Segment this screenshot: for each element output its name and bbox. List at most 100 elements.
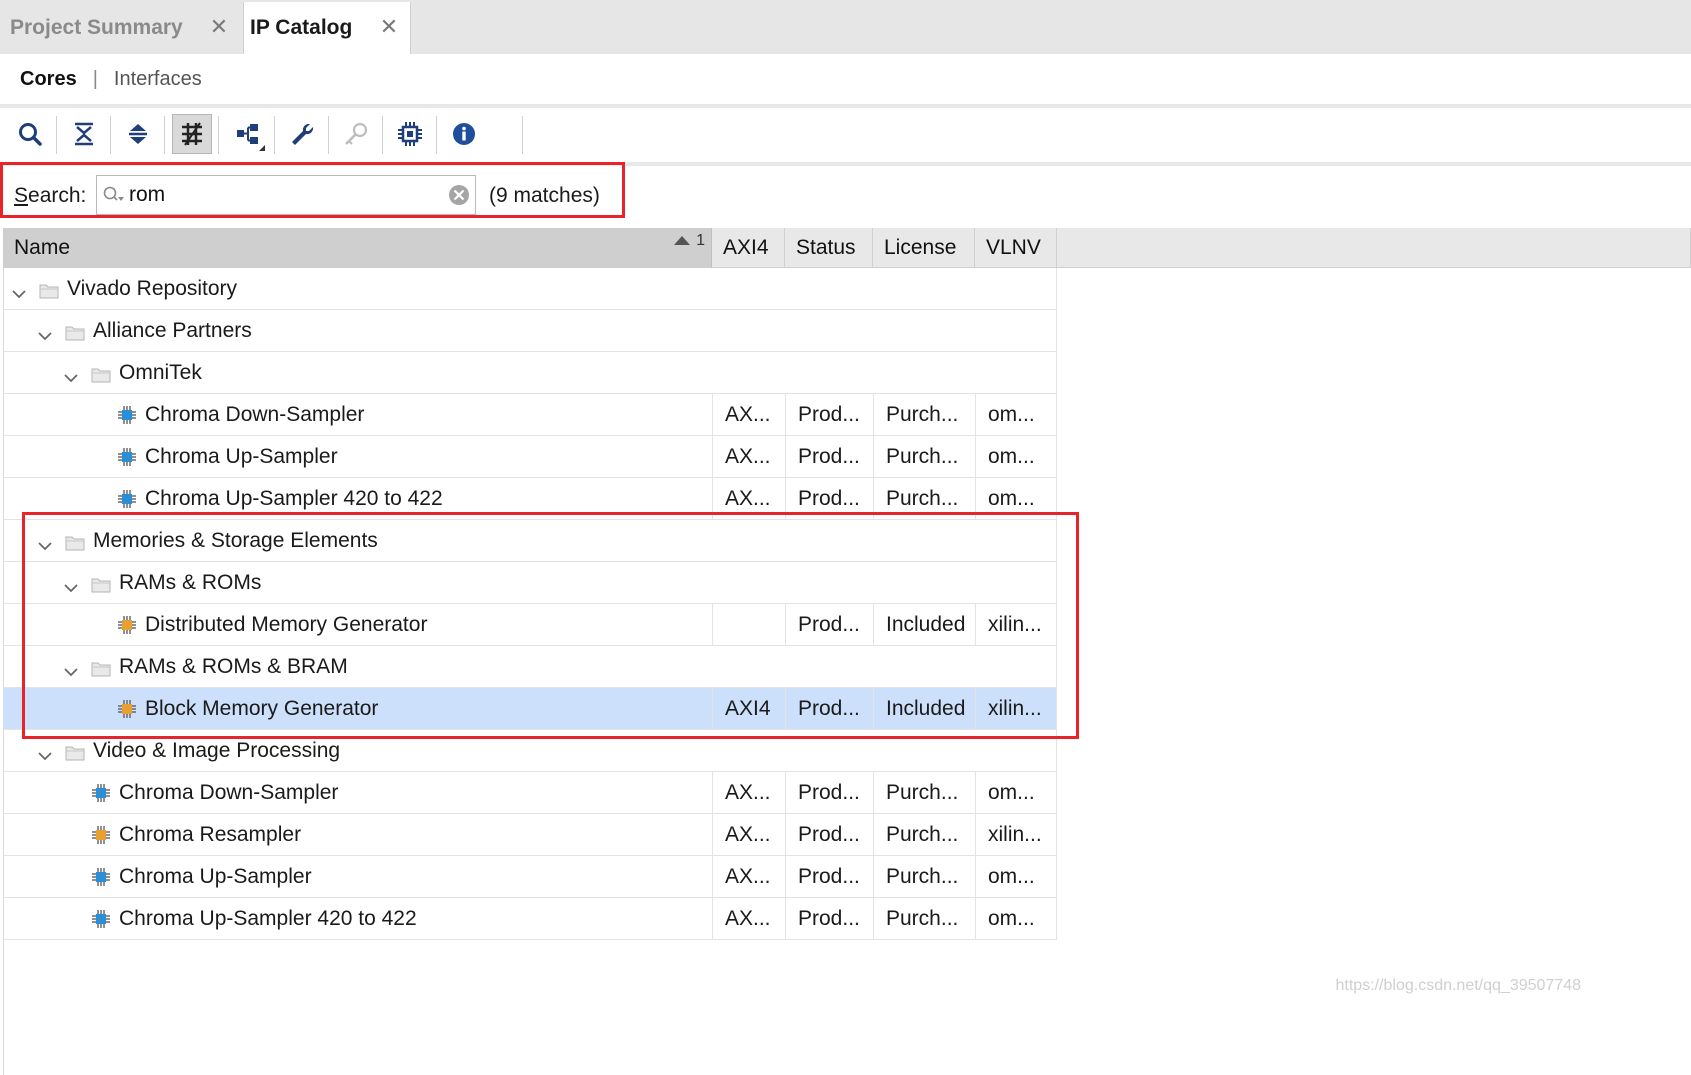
- sort-ascending-indicator: 1: [674, 232, 705, 250]
- key-icon: [345, 122, 368, 145]
- tree-folder-row[interactable]: Memories & Storage Elements: [3, 520, 1057, 562]
- search-button[interactable]: [10, 114, 50, 154]
- clear-search-icon[interactable]: [448, 184, 470, 206]
- folder-icon: [65, 323, 85, 341]
- search-input[interactable]: [129, 179, 434, 211]
- search-options-icon[interactable]: [102, 185, 126, 207]
- axi4-cell: AX...: [712, 394, 785, 436]
- customize-button[interactable]: [282, 114, 322, 154]
- name-cell: Chroma Up-Sampler 420 to 422: [3, 478, 712, 520]
- chevron-down-icon[interactable]: [63, 660, 79, 677]
- tab-project-summary[interactable]: Project Summary ✕: [0, 2, 240, 54]
- vlnv-cell: om...: [975, 478, 1057, 520]
- collapse-all-button[interactable]: [64, 114, 104, 154]
- vlnv-cell: [975, 730, 1057, 772]
- column-header-axi4[interactable]: AXI4: [712, 228, 785, 268]
- name-cell: Block Memory Generator: [3, 688, 712, 730]
- tree-folder-row[interactable]: Vivado Repository: [3, 268, 1057, 310]
- ip-name: Chroma Resampler: [119, 823, 302, 846]
- column-header-label: Name: [14, 235, 71, 259]
- name-cell: Chroma Resampler: [3, 814, 712, 856]
- ip-core-icon: [91, 783, 111, 803]
- tree-folder-row[interactable]: RAMs & ROMs: [3, 562, 1057, 604]
- toolbar-separator: [382, 116, 383, 154]
- ip-name: Chroma Down-Sampler: [119, 781, 339, 804]
- toolbar-separator: [274, 116, 275, 154]
- tree-folder-row[interactable]: OmniTek: [3, 352, 1057, 394]
- ip-catalog-tree-table: Name 1 AXI4 Status License VLNV Vivado R…: [3, 228, 1691, 1075]
- folder-label: RAMs & ROMs: [119, 571, 262, 594]
- column-header-label: AXI4: [723, 235, 769, 259]
- axi4-cell: [712, 646, 785, 688]
- tree-ip-row[interactable]: Chroma Down-Sampler AX... Prod... Purch... o…: [3, 394, 1057, 436]
- status-cell: Prod...: [785, 436, 873, 478]
- column-header-label: VLNV: [986, 235, 1041, 259]
- chevron-down-icon[interactable]: [37, 534, 53, 551]
- tree-folder-row[interactable]: Alliance Partners: [3, 310, 1057, 352]
- column-header-name[interactable]: Name 1: [3, 228, 712, 268]
- toolbar-separator: [328, 116, 329, 154]
- status-cell: [785, 562, 873, 604]
- watermark-text: https://blog.csdn.net/qq_39507748: [1335, 977, 1581, 994]
- hierarchy-button[interactable]: [228, 114, 268, 154]
- name-cell: Vivado Repository: [3, 268, 712, 310]
- subtab-cores[interactable]: Cores: [20, 68, 77, 91]
- tree-ip-row[interactable]: Chroma Down-Sampler AX... Prod... Purch... o…: [3, 772, 1057, 814]
- axi4-cell: [712, 520, 785, 562]
- axi4-cell: [712, 730, 785, 772]
- ip-name: Chroma Up-Sampler 420 to 422: [145, 487, 443, 510]
- info-button[interactable]: [444, 114, 484, 154]
- column-header-license[interactable]: License: [873, 228, 975, 268]
- search-icon: [19, 123, 42, 146]
- tree-ip-row[interactable]: Chroma Resampler AX... Prod... Purch... xili…: [3, 814, 1057, 856]
- search-field[interactable]: [96, 175, 476, 215]
- name-cell: Alliance Partners: [3, 310, 712, 352]
- license-cell: Purch...: [873, 856, 975, 898]
- tab-ip-catalog[interactable]: IP Catalog ✕: [243, 2, 411, 54]
- chip-icon: [398, 122, 422, 146]
- vlnv-cell: xilin...: [975, 688, 1057, 730]
- chevron-down-icon[interactable]: [37, 324, 53, 341]
- chevron-down-icon[interactable]: [37, 744, 53, 761]
- chevron-down-icon[interactable]: [63, 576, 79, 593]
- status-cell: [785, 268, 873, 310]
- expand-all-button[interactable]: [118, 114, 158, 154]
- tree-ip-row[interactable]: Chroma Up-Sampler 420 to 422 AX... Prod...…: [3, 478, 1057, 520]
- subtab-interfaces[interactable]: Interfaces: [114, 68, 202, 91]
- tree-ip-row[interactable]: Block Memory Generator AXI4 Prod... Include…: [3, 688, 1057, 730]
- name-cell: Chroma Up-Sampler 420 to 422: [3, 898, 712, 940]
- column-header-vlnv[interactable]: VLNV: [975, 228, 1057, 268]
- ip-core-icon: [91, 825, 111, 845]
- close-icon[interactable]: ✕: [208, 16, 230, 38]
- chevron-down-icon[interactable]: [63, 366, 79, 383]
- toolbar-separator: [522, 116, 523, 154]
- tree-ip-row[interactable]: Chroma Up-Sampler 420 to 422 AX... Prod...…: [3, 898, 1057, 940]
- sort-ascending-icon: [674, 235, 691, 245]
- tree-folder-row[interactable]: RAMs & ROMs & BRAM: [3, 646, 1057, 688]
- name-cell: Distributed Memory Generator: [3, 604, 712, 646]
- license-cell: Purch...: [873, 898, 975, 940]
- axi4-cell: AX...: [712, 478, 785, 520]
- name-cell: OmniTek: [3, 352, 712, 394]
- subtab-separator: |: [92, 67, 98, 90]
- license-button: [336, 114, 376, 154]
- column-header-status[interactable]: Status: [785, 228, 873, 268]
- filter-button[interactable]: [172, 114, 212, 154]
- device-button[interactable]: [390, 114, 430, 154]
- ip-name: Distributed Memory Generator: [145, 613, 428, 636]
- folder-icon: [91, 365, 111, 383]
- status-cell: Prod...: [785, 604, 873, 646]
- catalog-subtabs: Cores | Interfaces: [0, 54, 1691, 108]
- vlnv-cell: [975, 352, 1057, 394]
- vlnv-cell: xilin...: [975, 814, 1057, 856]
- tree-ip-row[interactable]: Chroma Up-Sampler AX... Prod... Purch... om.…: [3, 436, 1057, 478]
- chevron-down-icon[interactable]: [11, 282, 27, 299]
- close-icon[interactable]: ✕: [378, 16, 400, 38]
- axi4-cell: [712, 310, 785, 352]
- vlnv-cell: [975, 646, 1057, 688]
- tree-folder-row[interactable]: Video & Image Processing: [3, 730, 1057, 772]
- toolbar-separator: [110, 116, 111, 154]
- tree-ip-row[interactable]: Chroma Up-Sampler AX... Prod... Purch... om.…: [3, 856, 1057, 898]
- tree-ip-row[interactable]: Distributed Memory Generator Prod... Inclu…: [3, 604, 1057, 646]
- folder-icon: [65, 533, 85, 551]
